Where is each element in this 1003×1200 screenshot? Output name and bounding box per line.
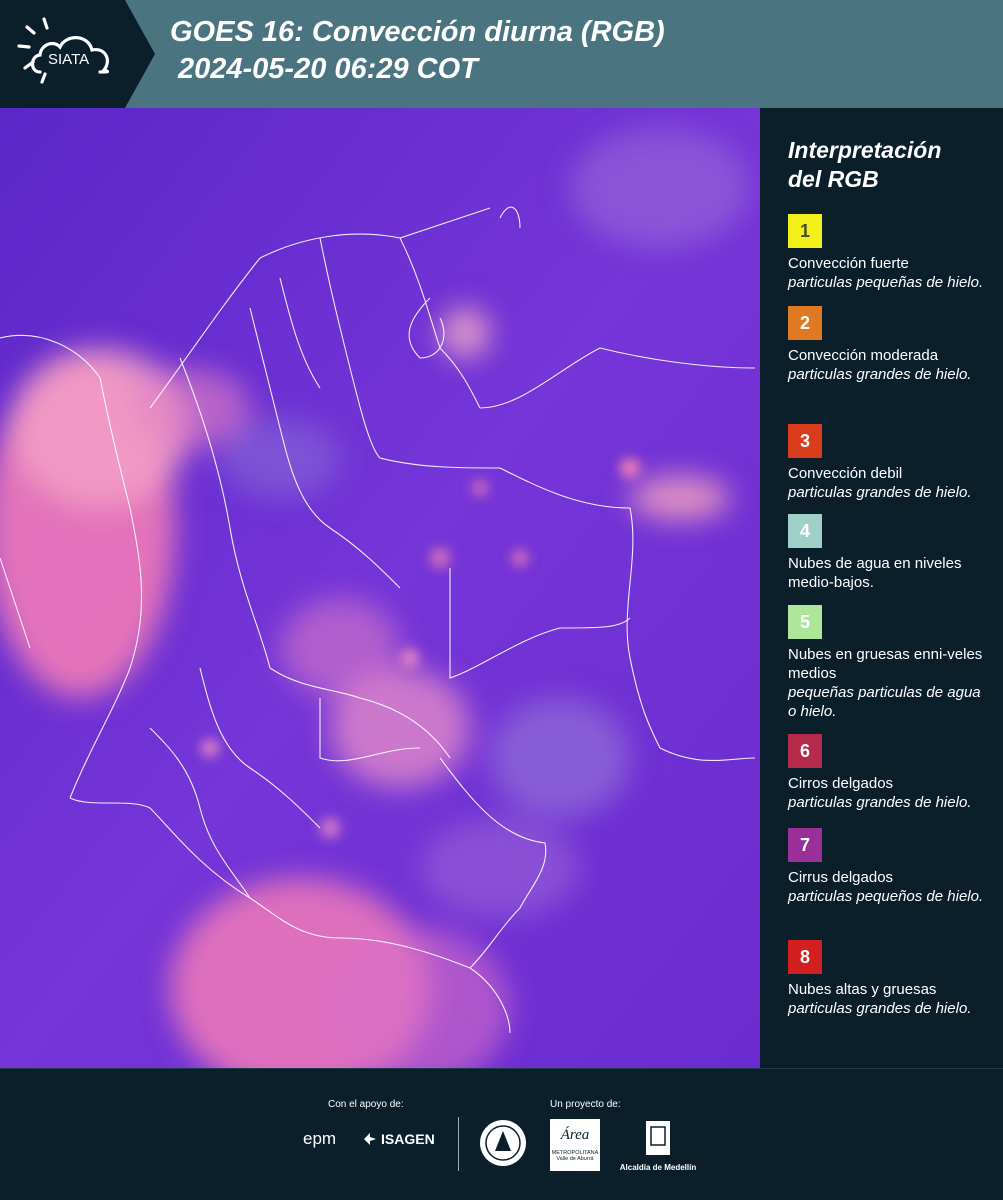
legend-desc-7: particulas pequeños de hielo. xyxy=(788,888,984,905)
satellite-map xyxy=(0,108,760,1068)
legend-name-1: Convección fuerte xyxy=(788,255,909,272)
legend-name-8: Nubes altas y gruesas xyxy=(788,981,937,998)
legend-desc-5: pequeñas particulas de agua o hielo. xyxy=(788,684,981,720)
legend-title-line-1: Interpretación xyxy=(788,137,942,163)
siata-logo: SIATA xyxy=(0,0,155,108)
title-line-1: GOES 16: Convección diurna (RGB) xyxy=(170,16,665,48)
legend-item-5: 5 Nubes en gruesas enni-veles medios peque… xyxy=(788,605,988,721)
legend-name-6: Cirros delgados xyxy=(788,775,894,792)
legend-desc-1: particulas pequeñas de hielo. xyxy=(788,274,984,291)
isagen-text: ISAGEN xyxy=(381,1131,435,1147)
legend-name-5: Nubes en gruesas enni-veles medios xyxy=(788,646,983,682)
area-line-2: Valle de Aburrá xyxy=(556,1156,594,1162)
page-title: GOES 16: Convección diurna (RGB) 2024-05… xyxy=(170,14,930,98)
area-metropolitana-logo: Área METROPOLITANA Valle de Aburrá xyxy=(550,1119,600,1171)
support-label: Con el apoyo de: xyxy=(328,1099,404,1110)
legend-desc-8: particulas grandes de hielo. xyxy=(788,1000,972,1017)
header-bar: SIATA GOES 16: Convección diurna (RGB) 2… xyxy=(0,0,1003,108)
isagen-icon xyxy=(364,1133,376,1145)
legend-swatch-7: 7 xyxy=(788,828,822,862)
alcaldia-shield-icon xyxy=(646,1121,670,1155)
legend-item-4: 4 Nubes de agua en niveles medio-bajos. xyxy=(788,514,988,592)
legend-swatch-5: 5 xyxy=(788,605,822,639)
project-label: Un proyecto de: xyxy=(550,1099,621,1110)
legend-swatch-1: 1 xyxy=(788,214,822,248)
legend-item-6: 6 Cirros delgados particulas grandes de hi… xyxy=(788,734,988,812)
seal-logo xyxy=(478,1117,528,1174)
siata-logo-text: SIATA xyxy=(48,51,89,68)
legend-swatch-2: 2 xyxy=(788,306,822,340)
legend-swatch-6: 6 xyxy=(788,734,822,768)
epm-logo: epm xyxy=(303,1129,337,1148)
title-line-2: 2024-05-20 06:29 COT xyxy=(178,53,478,85)
legend-swatch-4: 4 xyxy=(788,514,822,548)
legend-item-7: 7 Cirrus delgados particulas pequeños de h… xyxy=(788,828,988,906)
legend-title-line-2: del RGB xyxy=(788,166,879,192)
legend-item-1: 1 Convección fuerte particulas pequeñas de… xyxy=(788,214,988,292)
legend-swatch-3: 3 xyxy=(788,424,822,458)
legend-name-7: Cirrus delgados xyxy=(788,869,894,886)
isagen-logo: ISAGEN xyxy=(362,1131,435,1147)
legend-title: Interpretación del RGB xyxy=(788,136,988,194)
legend-name-4: Nubes de agua en niveles medio-bajos. xyxy=(788,555,962,591)
legend-item-2: 2 Convección moderada particulas grandes d… xyxy=(788,306,988,384)
footer-divider xyxy=(458,1117,459,1171)
legend-name-3: Convección debil xyxy=(788,465,903,482)
legend-swatch-8: 8 xyxy=(788,940,822,974)
legend-desc-3: particulas grandes de hielo. xyxy=(788,484,972,501)
legend-panel: Interpretación del RGB 1 Convección fuert… xyxy=(760,108,1003,1068)
alcaldia-text: Alcaldía de Medellín xyxy=(619,1163,697,1172)
area-logo-text: Área xyxy=(560,1127,590,1143)
legend-desc-2: particulas grandes de hielo. xyxy=(788,366,972,383)
legend-item-3: 3 Convección debil particulas grandes de h… xyxy=(788,424,988,502)
legend-item-8: 8 Nubes altas y gruesas particulas grandes… xyxy=(788,940,988,1018)
alcaldia-logo: Alcaldía de Medellín xyxy=(608,1119,708,1172)
footer: Con el apoyo de: Un proyecto de: epm ISA… xyxy=(0,1068,1003,1200)
legend-desc-6: particulas grandes de hielo. xyxy=(788,794,972,811)
legend-name-2: Convección moderada xyxy=(788,347,939,364)
